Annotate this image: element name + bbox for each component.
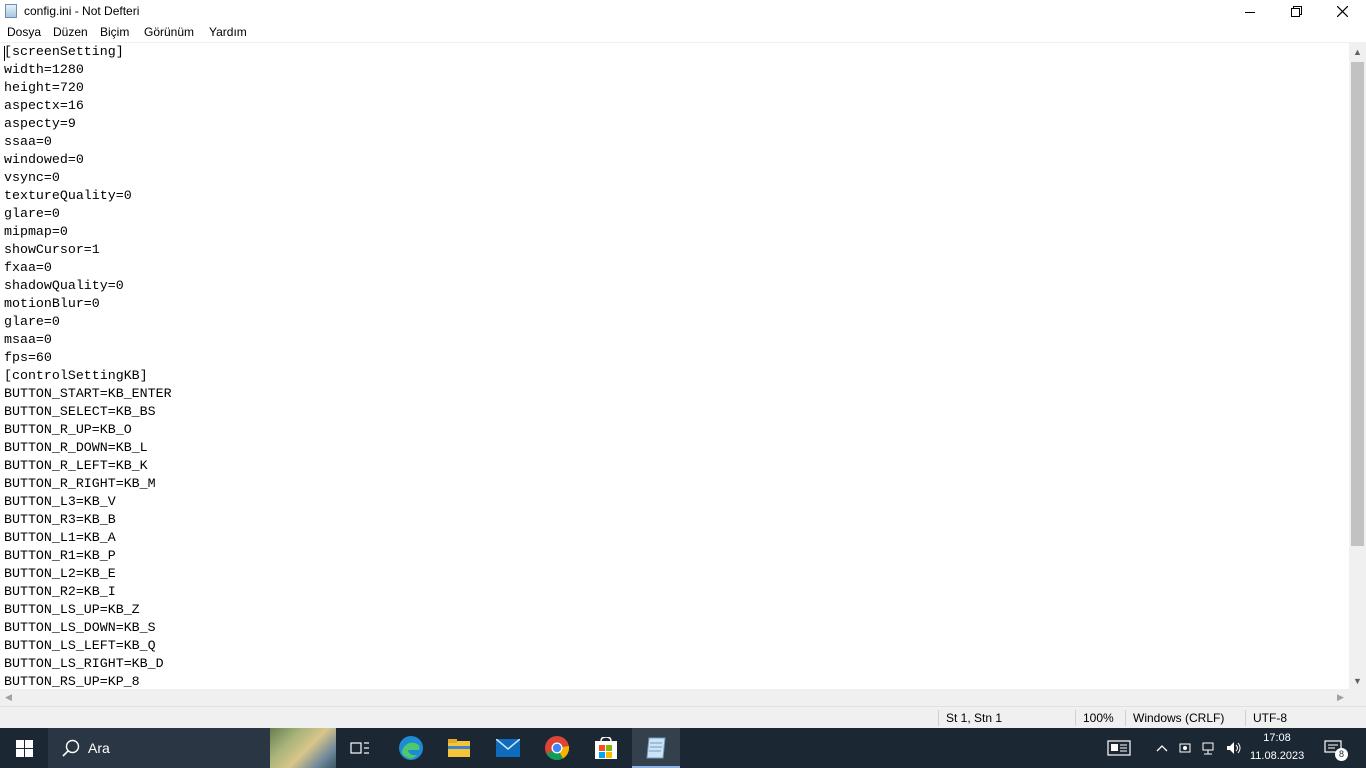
menu-help[interactable]: Yardım bbox=[209, 25, 247, 39]
scroll-left-arrow-icon[interactable]: ◀ bbox=[0, 689, 17, 706]
scroll-down-arrow-icon[interactable]: ▼ bbox=[1349, 672, 1366, 689]
notepad-icon bbox=[646, 737, 666, 759]
search-icon bbox=[62, 739, 80, 757]
search-placeholder: Ara bbox=[88, 740, 110, 756]
notepad-taskbar-button[interactable] bbox=[632, 728, 680, 768]
chevron-up-icon bbox=[1156, 745, 1168, 752]
windows-logo-icon bbox=[15, 739, 33, 757]
scrollbar-corner bbox=[1349, 689, 1366, 706]
file-explorer-taskbar-button[interactable] bbox=[435, 728, 483, 768]
camera-icon bbox=[1179, 743, 1191, 753]
status-bar: St 1, Stn 1 100% Windows (CRLF) UTF-8 bbox=[0, 706, 1366, 728]
cursor-position: St 1, Stn 1 bbox=[946, 711, 1003, 725]
scroll-up-arrow-icon[interactable]: ▲ bbox=[1349, 43, 1366, 60]
minimize-button[interactable] bbox=[1227, 0, 1273, 23]
zoom-level: 100% bbox=[1083, 711, 1114, 725]
taskbar-search[interactable]: Ara bbox=[48, 728, 336, 768]
file-explorer-icon bbox=[448, 739, 470, 757]
mail-icon bbox=[496, 739, 520, 757]
line-ending: Windows (CRLF) bbox=[1133, 711, 1225, 725]
status-divider bbox=[938, 710, 939, 726]
mail-taskbar-button[interactable] bbox=[484, 728, 532, 768]
notepad-app-icon[interactable] bbox=[5, 4, 17, 18]
clock-date[interactable]: 11.08.2023 bbox=[1250, 750, 1304, 762]
menu-edit[interactable]: Düzen bbox=[53, 25, 88, 39]
menu-file[interactable]: Dosya bbox=[7, 25, 41, 39]
edge-icon bbox=[399, 736, 423, 760]
news-widget-button[interactable] bbox=[1102, 728, 1136, 768]
chrome-icon bbox=[545, 736, 570, 761]
encoding: UTF-8 bbox=[1253, 711, 1287, 725]
network-icon bbox=[1202, 742, 1214, 755]
tray-network-button[interactable] bbox=[1199, 728, 1221, 768]
restore-button[interactable] bbox=[1273, 0, 1319, 23]
close-icon bbox=[1336, 6, 1348, 17]
speaker-icon bbox=[1227, 742, 1241, 754]
notification-badge: 8 bbox=[1335, 748, 1348, 761]
title-bar[interactable]: config.ini - Not Defteri bbox=[0, 0, 1366, 23]
text-caret bbox=[4, 46, 5, 61]
window-title: config.ini - Not Defteri bbox=[24, 4, 140, 18]
tray-meet-button[interactable] bbox=[1176, 728, 1196, 768]
menu-view[interactable]: Görünüm bbox=[144, 25, 194, 39]
restore-icon bbox=[1290, 6, 1302, 17]
close-button[interactable] bbox=[1319, 0, 1365, 23]
start-button[interactable] bbox=[0, 728, 48, 768]
vertical-scrollbar[interactable]: ▲ ▼ bbox=[1349, 43, 1366, 689]
status-divider bbox=[1245, 710, 1246, 726]
horizontal-scrollbar[interactable]: ◀ ▶ bbox=[0, 689, 1349, 706]
minimize-icon bbox=[1245, 11, 1255, 13]
clock-time[interactable]: 17:08 bbox=[1250, 732, 1304, 744]
menu-bar: Dosya Düzen Biçim Görünüm Yardım bbox=[0, 23, 1366, 43]
news-icon bbox=[1107, 740, 1131, 756]
store-icon bbox=[595, 737, 617, 759]
scroll-right-arrow-icon[interactable]: ▶ bbox=[1332, 689, 1349, 706]
vertical-scroll-thumb[interactable] bbox=[1351, 62, 1364, 546]
editor-content[interactable]: [screenSetting] width=1280 height=720 as… bbox=[4, 43, 172, 689]
tray-overflow-button[interactable] bbox=[1152, 728, 1172, 768]
taskbar: Ara 17:08 11.08.2023 8 bbox=[0, 728, 1366, 768]
status-divider bbox=[1125, 710, 1126, 726]
chrome-taskbar-button[interactable] bbox=[533, 728, 581, 768]
status-divider bbox=[1075, 710, 1076, 726]
task-view-button[interactable] bbox=[336, 728, 384, 768]
search-highlight-image[interactable] bbox=[270, 728, 336, 768]
store-taskbar-button[interactable] bbox=[582, 728, 630, 768]
menu-format[interactable]: Biçim bbox=[100, 25, 129, 39]
tray-volume-button[interactable] bbox=[1223, 728, 1245, 768]
notification-center-button[interactable]: 8 bbox=[1316, 728, 1350, 768]
task-view-icon bbox=[350, 742, 369, 754]
text-editor[interactable]: [screenSetting] width=1280 height=720 as… bbox=[0, 43, 1349, 689]
edge-taskbar-button[interactable] bbox=[387, 728, 435, 768]
